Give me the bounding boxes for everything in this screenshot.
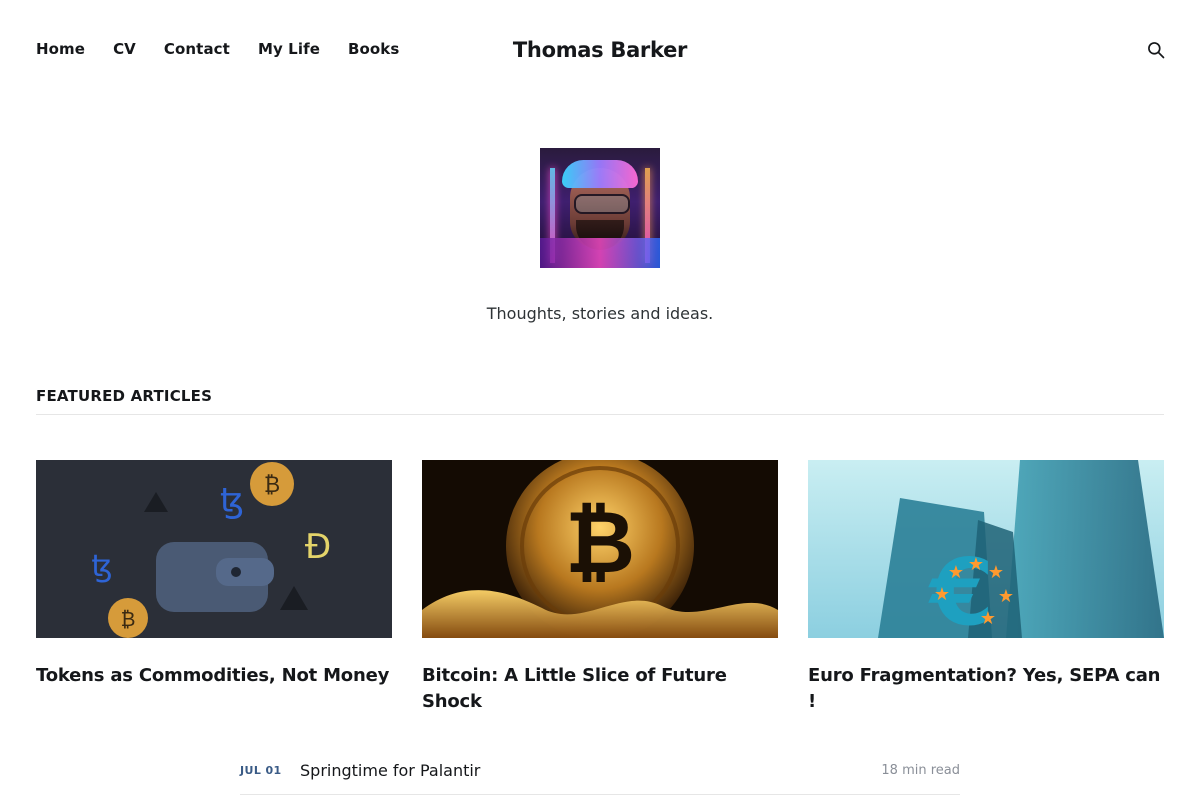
svg-text:★: ★ — [968, 554, 984, 575]
svg-text:₿: ₿ — [264, 473, 280, 498]
avatar-cap — [562, 160, 638, 188]
site-header: Home CV Contact My Life Books Thomas Bar… — [0, 0, 1200, 100]
site-tagline: Thoughts, stories and ideas. — [486, 304, 714, 323]
latest-read-time: 18 min read — [881, 763, 960, 778]
featured-section-title: FEATURED ARTICLES — [36, 387, 213, 405]
search-button[interactable] — [1146, 40, 1166, 60]
featured-articles: ₿ ₿ ꜩ ꜩ Ð Tokens as Commodities, Not Mon… — [36, 460, 1164, 715]
latest-row[interactable]: JUL 01 Springtime for Palantir 18 min re… — [240, 748, 960, 795]
avatar — [540, 148, 660, 268]
featured-title-tokens[interactable]: Tokens as Commodities, Not Money — [36, 663, 392, 689]
svg-text:₿: ₿ — [121, 607, 136, 631]
avatar-glasses — [574, 194, 630, 214]
search-icon — [1148, 42, 1165, 59]
svg-text:★: ★ — [948, 562, 964, 583]
latest-title-link[interactable]: Springtime for Palantir — [300, 761, 480, 780]
svg-text:★: ★ — [998, 586, 1014, 607]
svg-text:★: ★ — [980, 608, 996, 629]
avatar-jacket — [540, 238, 660, 268]
latest-date: JUL 01 — [240, 764, 282, 777]
featured-card-bitcoin[interactable]: ₿ Bitcoin: A Little Slice of Future Shoc… — [422, 460, 778, 715]
featured-image-euro[interactable]: € ★ ★ ★ ★ ★ ★ — [808, 460, 1164, 638]
featured-title-bitcoin[interactable]: Bitcoin: A Little Slice of Future Shock — [422, 663, 778, 715]
featured-image-bitcoin[interactable]: ₿ — [422, 460, 778, 638]
svg-text:Ð: Ð — [305, 527, 331, 567]
svg-text:★: ★ — [934, 584, 950, 605]
featured-card-tokens[interactable]: ₿ ₿ ꜩ ꜩ Ð Tokens as Commodities, Not Mon… — [36, 460, 392, 715]
featured-divider — [36, 414, 1164, 415]
featured-title-euro[interactable]: Euro Fragmentation? Yes, SEPA can ! — [808, 663, 1164, 715]
featured-card-euro[interactable]: € ★ ★ ★ ★ ★ ★ Euro Fragmentation? Yes, S… — [808, 460, 1164, 715]
site-title[interactable]: Thomas Barker — [0, 36, 1200, 64]
svg-text:ꜩ: ꜩ — [91, 549, 112, 584]
svg-text:★: ★ — [988, 562, 1004, 583]
svg-text:ꜩ: ꜩ — [220, 481, 244, 521]
svg-text:₿: ₿ — [565, 493, 635, 593]
featured-image-tokens[interactable]: ₿ ₿ ꜩ ꜩ Ð — [36, 460, 392, 638]
latest-list: JUL 01 Springtime for Palantir 18 min re… — [240, 748, 960, 795]
